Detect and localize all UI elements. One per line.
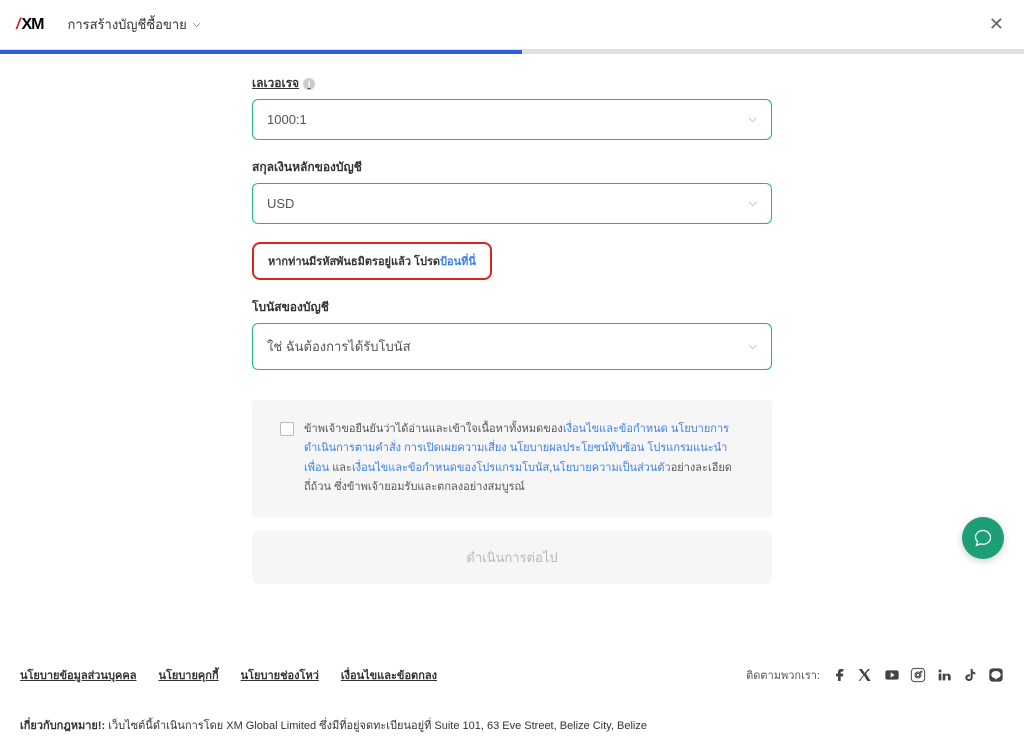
close-button[interactable]: ✕ — [985, 10, 1008, 39]
chat-button[interactable] — [962, 517, 1004, 559]
footer-privacy-link[interactable]: นโยบายข้อมูลส่วนบุคคล — [20, 666, 136, 684]
chevron-down-icon: ⌵ — [749, 197, 757, 210]
line-icon[interactable] — [988, 667, 1004, 683]
chevron-down-icon: ⌵ — [749, 340, 757, 353]
leverage-select[interactable]: 1000:1 ⌵ — [252, 99, 772, 140]
bonus-select[interactable]: ใช่ ฉันต้องการได้รับโบนัส ⌵ — [252, 323, 772, 370]
footer-vulnerability-link[interactable]: นโยบายช่องโหว่ — [241, 666, 319, 684]
agreement-checkbox[interactable] — [280, 422, 294, 436]
page-title: การสร้างบัญชีซื้อขาย — [67, 14, 186, 35]
bonus-label: โบนัสของบัญชี — [252, 298, 772, 317]
progress-fill — [0, 50, 522, 54]
currency-label: สกุลเงินหลักของบัญชี — [252, 158, 772, 177]
privacy-link[interactable]: นโยบายความเป็นส่วนตัว — [552, 462, 670, 474]
agreement-box: ข้าพเจ้าขอยืนยันว่าได้อ่านและเข้าใจเนื้อ… — [252, 400, 772, 517]
tiktok-icon[interactable] — [962, 667, 978, 683]
partner-code-link[interactable]: ป้อนที่นี่ — [440, 256, 476, 268]
linkedin-icon[interactable] — [936, 667, 952, 683]
instagram-icon[interactable] — [910, 667, 926, 683]
terms-link[interactable]: เงื่อนไขและข้อกำหนด — [563, 423, 668, 435]
chevron-down-icon: ⌵ — [193, 19, 201, 30]
youtube-icon[interactable] — [884, 667, 900, 683]
partner-code-prompt: หากท่านมีรหัสพันธมิตรอยู่แล้ว โปรดป้อนที… — [252, 242, 492, 280]
header: /XM การสร้างบัญชีซื้อขาย ⌵ ✕ — [0, 0, 1024, 50]
progress-bar — [0, 50, 1024, 54]
footer: นโยบายข้อมูลส่วนบุคคล นโยบายคุกกี้ นโยบา… — [0, 644, 1024, 756]
agreement-text: ข้าพเจ้าขอยืนยันว่าได้อ่านและเข้าใจเนื้อ… — [304, 420, 744, 497]
footer-terms-link[interactable]: เงื่อนไขและข้อตกลง — [341, 666, 437, 684]
footer-cookies-link[interactable]: นโยบายคุกกี้ — [158, 666, 218, 684]
info-icon[interactable]: i — [303, 78, 315, 90]
continue-button[interactable]: ดำเนินการต่อไป — [252, 531, 772, 584]
legal-text: เกี่ยวกับกฎหมาย!: เว็บไซต์นี้ดำเนินการโด… — [20, 718, 1004, 736]
page-title-dropdown[interactable]: การสร้างบัญชีซื้อขาย ⌵ — [67, 14, 200, 35]
risk-link[interactable]: การเปิดเผยความเสี่ยง — [404, 442, 507, 454]
logo[interactable]: /XM — [16, 16, 43, 34]
facebook-icon[interactable] — [832, 667, 848, 683]
conflict-link[interactable]: นโยบายผลประโยชน์ทับซ้อน — [510, 442, 645, 454]
bonus-terms-link[interactable]: เงื่อนไขและข้อกำหนดของโปรแกรมโบนัส — [352, 462, 549, 474]
leverage-label: เลเวอเรจ i — [252, 74, 315, 93]
chevron-down-icon: ⌵ — [749, 113, 757, 126]
social-label: ติดตามพวกเรา: — [746, 666, 820, 684]
currency-select[interactable]: USD ⌵ — [252, 183, 772, 224]
x-icon[interactable] — [858, 667, 874, 683]
